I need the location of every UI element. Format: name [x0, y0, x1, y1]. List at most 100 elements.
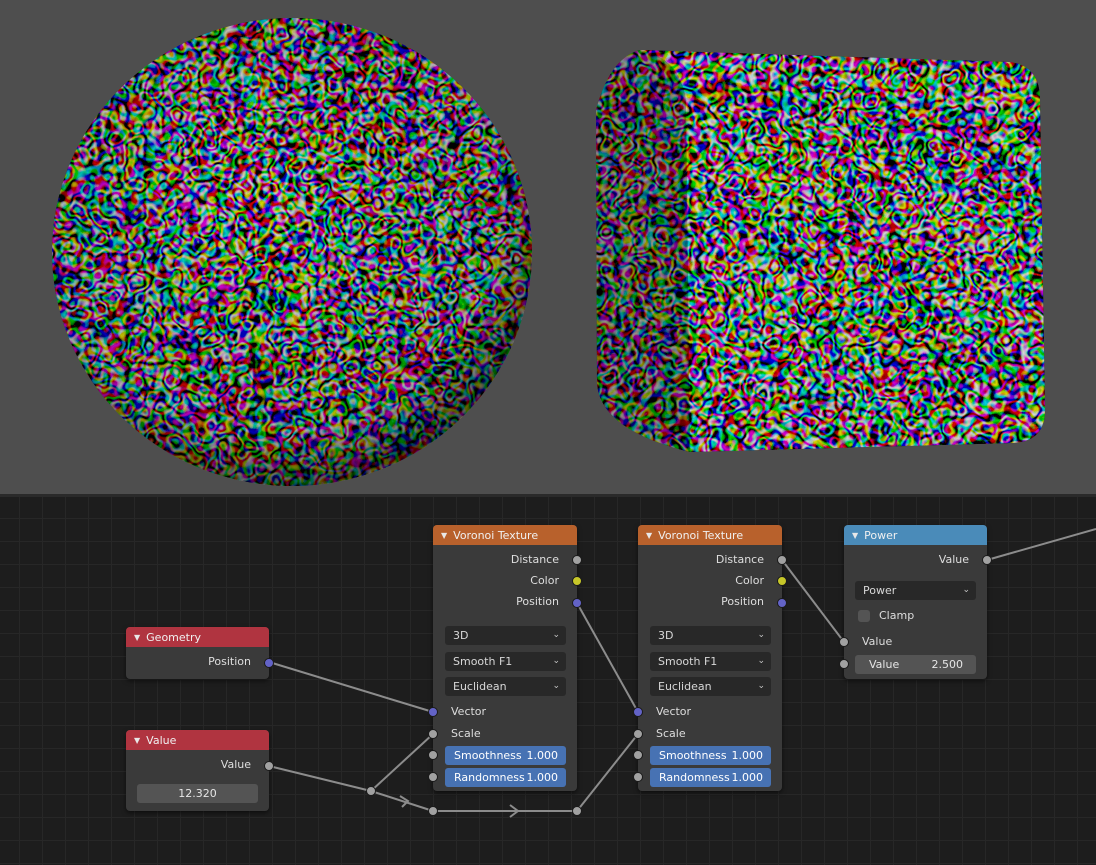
distance-socket[interactable]	[572, 555, 582, 565]
vector-socket[interactable]	[428, 707, 438, 717]
feature-value: Smooth F1	[453, 655, 513, 668]
smoothness-value: 1.000	[731, 749, 764, 762]
voronoi-texture-node-1[interactable]: ▼ Voronoi Texture Distance Color Positio…	[428, 525, 582, 791]
clamp-label: Clamp	[879, 609, 915, 622]
scale-socket[interactable]	[428, 729, 438, 739]
value-field[interactable]: Value 2.500	[855, 655, 976, 674]
3d-viewport[interactable]	[0, 0, 1096, 494]
feature-value: Smooth F1	[658, 655, 718, 668]
output-value-label: Value	[220, 758, 251, 771]
output-distance-label: Distance	[510, 553, 559, 566]
link-reroute-to-voronoi1-scale	[370, 733, 434, 792]
reroute-node	[428, 806, 438, 816]
value-number-field[interactable]: 12.320	[137, 784, 258, 803]
collapse-triangle-icon[interactable]: ▼	[441, 531, 447, 540]
value-input-socket-2[interactable]	[839, 659, 849, 669]
chevron-down-icon: ⌄	[552, 656, 560, 666]
output-color-label: Color	[735, 574, 764, 587]
output-position-label: Position	[721, 595, 764, 608]
output-value-label: Value	[938, 553, 969, 566]
smoothness-value: 1.000	[526, 749, 559, 762]
position-socket[interactable]	[264, 658, 274, 668]
value-input-socket-1[interactable]	[839, 637, 849, 647]
value-field-label: Value	[869, 658, 900, 671]
node-header[interactable]: ▼ Voronoi Texture	[638, 525, 782, 545]
voronoi-texture-node-2[interactable]: ▼ Voronoi Texture Distance Color Positio…	[633, 525, 787, 791]
randomness-slider[interactable]: Randomness 1.000	[445, 768, 566, 787]
node-title: Geometry	[146, 630, 202, 644]
collapse-triangle-icon[interactable]: ▼	[134, 736, 140, 745]
power-node[interactable]: ▼ Power Value Power ⌄ Clamp Value Value …	[839, 525, 992, 679]
metric-dropdown[interactable]: Euclidean ⌄	[650, 677, 771, 696]
link-voronoi1-to-voronoi2-vector	[576, 602, 639, 713]
randomness-slider[interactable]: Randomness 1.000	[650, 768, 771, 787]
randomness-socket[interactable]	[428, 772, 438, 782]
node-header[interactable]: ▼ Voronoi Texture	[433, 525, 577, 545]
output-position-label: Position	[208, 655, 251, 668]
dimensions-dropdown[interactable]: 3D ⌄	[650, 626, 771, 645]
chevron-down-icon: ⌄	[757, 656, 765, 666]
input-scale-label: Scale	[451, 727, 481, 740]
vector-socket[interactable]	[633, 707, 643, 717]
node-editor[interactable]: ▼ Voronoi Texture Distance Color Positio…	[0, 497, 1096, 865]
color-socket[interactable]	[777, 576, 787, 586]
metric-value: Euclidean	[453, 680, 507, 693]
smoothness-slider[interactable]: Smoothness 1.000	[445, 746, 566, 765]
randomness-label: Randomness	[454, 771, 525, 784]
input-vector-label: Vector	[656, 705, 692, 718]
reroute-node	[572, 806, 582, 816]
collapse-triangle-icon[interactable]: ▼	[134, 633, 140, 642]
link-voronoi2-to-power-value	[781, 559, 845, 643]
operation-dropdown[interactable]: Power ⌄	[855, 581, 976, 600]
value-output-socket[interactable]	[982, 555, 992, 565]
reroute-node	[366, 786, 376, 796]
output-color-label: Color	[530, 574, 559, 587]
dimensions-value: 3D	[453, 629, 469, 642]
chevron-down-icon: ⌄	[962, 585, 970, 595]
dimensions-value: 3D	[658, 629, 674, 642]
cube-object[interactable]	[590, 40, 1050, 460]
link-reroute-to-reroute2	[370, 790, 434, 812]
color-socket[interactable]	[572, 576, 582, 586]
node-header[interactable]: ▼ Power	[844, 525, 987, 545]
randomness-value: 1.000	[526, 771, 559, 784]
output-distance-label: Distance	[715, 553, 764, 566]
node-header[interactable]: ▼ Geometry	[126, 627, 269, 647]
clamp-checkbox[interactable]	[858, 610, 870, 622]
link-reroute3-to-voronoi2-scale	[576, 733, 639, 812]
smoothness-label: Smoothness	[659, 749, 727, 762]
position-socket[interactable]	[777, 598, 787, 608]
node-header[interactable]: ▼ Value	[126, 730, 269, 750]
collapse-triangle-icon[interactable]: ▼	[646, 531, 652, 540]
dimensions-dropdown[interactable]: 3D ⌄	[445, 626, 566, 645]
randomness-socket[interactable]	[633, 772, 643, 782]
value-node[interactable]: ▼ Value Value 12.320	[126, 730, 274, 811]
viewport-render	[40, 10, 1050, 494]
node-title: Voronoi Texture	[453, 528, 539, 542]
value-output-socket[interactable]	[264, 761, 274, 771]
input-scale-label: Scale	[656, 727, 686, 740]
metric-dropdown[interactable]: Euclidean ⌄	[445, 677, 566, 696]
metric-value: Euclidean	[658, 680, 712, 693]
link-geometry-to-voronoi1-vector	[268, 661, 434, 713]
smoothness-label: Smoothness	[454, 749, 522, 762]
smoothness-socket[interactable]	[428, 750, 438, 760]
chevron-down-icon: ⌄	[552, 630, 560, 640]
feature-dropdown[interactable]: Smooth F1 ⌄	[445, 652, 566, 671]
distance-socket[interactable]	[777, 555, 787, 565]
input-value-label: Value	[862, 635, 893, 648]
feature-dropdown[interactable]: Smooth F1 ⌄	[650, 652, 771, 671]
geometry-node[interactable]: ▼ Geometry Position	[126, 627, 274, 679]
link-power-to-offscreen	[986, 528, 1096, 561]
collapse-triangle-icon[interactable]: ▼	[852, 531, 858, 540]
position-socket[interactable]	[572, 598, 582, 608]
node-title: Voronoi Texture	[658, 528, 744, 542]
randomness-label: Randomness	[659, 771, 730, 784]
smoothness-slider[interactable]: Smoothness 1.000	[650, 746, 771, 765]
sphere-object[interactable]	[40, 10, 550, 494]
value-field-value: 2.500	[931, 658, 964, 671]
output-position-label: Position	[516, 595, 559, 608]
input-vector-label: Vector	[451, 705, 487, 718]
scale-socket[interactable]	[633, 729, 643, 739]
smoothness-socket[interactable]	[633, 750, 643, 760]
